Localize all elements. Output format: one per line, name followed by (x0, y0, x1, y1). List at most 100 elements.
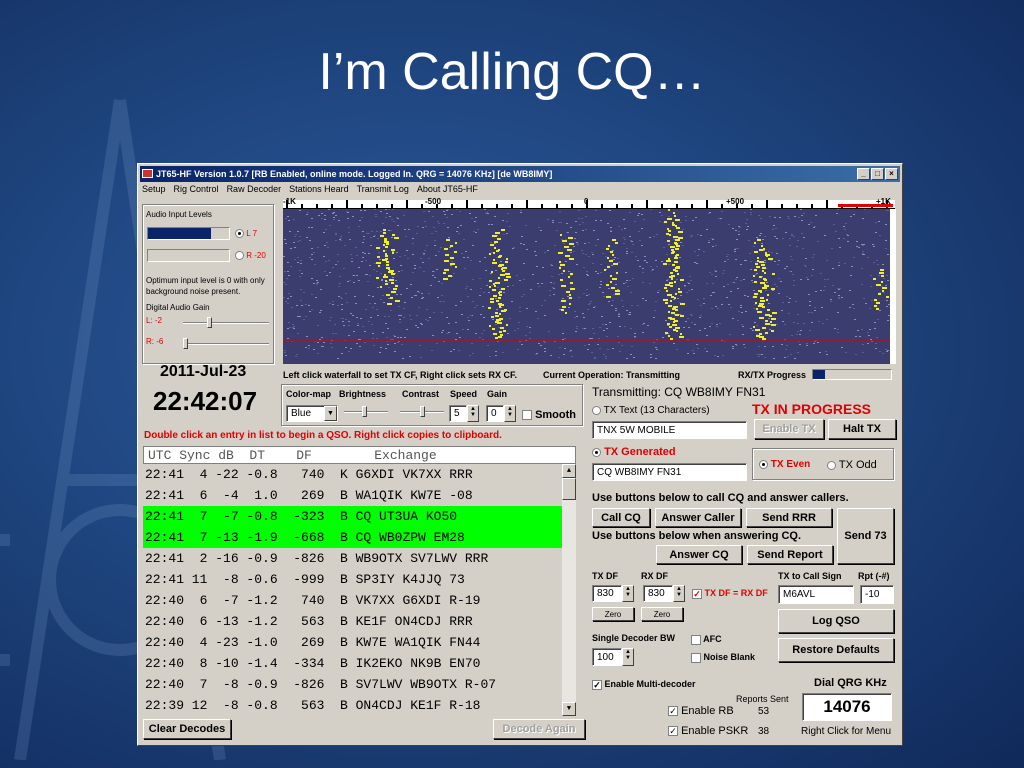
zero-rx-df-button[interactable]: Zero (641, 607, 683, 621)
menu-transmit-log[interactable]: Transmit Log (357, 184, 409, 198)
halt-tx-button[interactable]: Halt TX (828, 419, 896, 439)
tx-text-field[interactable]: TNX 5W MOBILE (592, 421, 747, 439)
decoder-bw-input[interactable]: 100 (592, 648, 622, 666)
decode-row[interactable]: 22:40 6 -7 -1.2 740 B VK7XX G6XDI R-19 (143, 590, 576, 611)
smooth-checkbox[interactable]: Smooth (522, 409, 576, 421)
decode-row[interactable]: 22:39 12 -8 -0.8 563 B ON4CDJ KE1F R-18 (143, 695, 576, 716)
afc-checkbox[interactable]: AFC (691, 634, 722, 645)
decode-row[interactable]: 22:41 4 -22 -0.8 740 K G6XDI VK7XX RRR (143, 464, 576, 485)
menu-raw-decoder[interactable]: Raw Decoder (227, 184, 282, 198)
zero-tx-df-button[interactable]: Zero (592, 607, 634, 621)
brightness-label: Brightness (339, 389, 387, 399)
decode-row[interactable]: 22:41 6 -4 1.0 269 B WA1QIK KW7E -08 (143, 485, 576, 506)
left-channel-radio[interactable]: L 7 (235, 229, 257, 239)
decode-row[interactable]: 22:41 11 -8 -0.6 -999 B SP3IY K4JJQ 73 (143, 569, 576, 590)
gain-right-label: R: -6 (146, 337, 164, 346)
tx-df-label: TX DF (592, 571, 618, 581)
right-channel-radio[interactable]: R -20 (235, 251, 266, 261)
tx-df-input[interactable]: 830 (592, 585, 622, 602)
speed-spinner[interactable]: ▲ ▼ (467, 405, 479, 422)
minimize-button[interactable]: _ (857, 168, 870, 180)
decode-row[interactable]: 22:40 7 -8 -0.9 -826 B SV7LWV WB9OTX R-0… (143, 674, 576, 695)
left-level-fill (148, 228, 212, 239)
decoder-bw-label: Single Decoder BW (592, 633, 676, 643)
gain-left-slider[interactable] (183, 317, 269, 328)
tx-df-spinner[interactable]: ▲ ▼ (622, 585, 634, 602)
reports-sent-label: Reports Sent (736, 694, 789, 704)
clear-decodes-button[interactable]: Clear Decodes (143, 719, 231, 739)
utc-time: 22:42:07 (153, 386, 258, 416)
scroll-down-icon[interactable]: ▼ (562, 702, 576, 716)
progress-label: RX/TX Progress (738, 370, 807, 380)
send-report-button[interactable]: Send Report (747, 545, 833, 564)
tx-even-radio[interactable]: TX Even (759, 459, 810, 470)
send-73-button[interactable]: Send 73 (837, 508, 894, 564)
close-button[interactable]: × (885, 168, 898, 180)
decode-list: UTC Sync dB DT DF Exchange 22:41 4 -22 -… (143, 446, 576, 716)
noise-blank-checkbox[interactable]: Noise Blank (691, 652, 755, 663)
waterfall-canvas[interactable] (283, 209, 895, 364)
gain-spinner[interactable]: ▲ ▼ (504, 405, 516, 422)
decode-row[interactable]: 22:40 4 -23 -1.0 269 B KW7E WA1QIK FN44 (143, 632, 576, 653)
multi-decoder-checkbox[interactable]: ✓ Enable Multi-decoder (592, 679, 696, 690)
answer-caller-button[interactable]: Answer Caller (655, 508, 741, 527)
maximize-button[interactable]: □ (871, 168, 884, 180)
scale-label-minus-500: -500 (425, 197, 442, 206)
scale-label-plus-1k: +1K (876, 197, 891, 206)
brightness-slider[interactable] (344, 406, 388, 417)
chevron-down-icon[interactable]: ▼ (324, 406, 337, 421)
menu-about[interactable]: About JT65-HF (417, 184, 478, 198)
speed-input[interactable]: 5 (449, 405, 467, 422)
tx-generated-radio[interactable]: TX Generated (592, 446, 676, 458)
colormap-select[interactable]: Blue ▼ (286, 405, 338, 422)
scale-label-minus-1k: -1K (283, 197, 296, 206)
rx-df-spinner[interactable]: ▲ ▼ (673, 585, 685, 602)
report-input[interactable]: -10 (860, 585, 894, 604)
gain-label: Gain (487, 389, 508, 399)
decode-row[interactable]: 22:41 7 -7 -0.8 -323 B CQ UT3UA KO50 (143, 506, 574, 527)
current-operation: Current Operation: Transmitting (543, 370, 681, 380)
enable-tx-button[interactable]: Enable TX (754, 419, 824, 439)
enable-rb-checkbox[interactable]: ✓ Enable RB (668, 705, 734, 717)
decoder-bw-spinner[interactable]: ▲ ▼ (622, 648, 634, 666)
tx-odd-radio[interactable]: TX Odd (827, 459, 877, 471)
scroll-up-icon[interactable]: ▲ (562, 464, 576, 478)
left-level-meter (147, 227, 230, 240)
decode-again-button[interactable]: Decode Again (493, 719, 585, 739)
enable-pskr-checkbox[interactable]: ✓ Enable PSKR (668, 725, 748, 737)
audio-levels-title: Audio Input Levels (146, 210, 212, 219)
contrast-label: Contrast (402, 389, 440, 399)
menu-stations-heard[interactable]: Stations Heard (289, 184, 349, 198)
restore-defaults-button[interactable]: Restore Defaults (778, 638, 894, 662)
waterfall-display[interactable] (283, 209, 895, 364)
decode-row[interactable]: 22:40 8 -10 -1.4 -334 B IK2EKO NK9B EN70 (143, 653, 576, 674)
tx-text-radio[interactable]: TX Text (13 Characters) (592, 405, 710, 416)
contrast-slider[interactable] (400, 406, 444, 417)
txdf-eq-rxdf-checkbox[interactable]: ✓ TX DF = RX DF (692, 588, 768, 599)
decode-scrollbar[interactable]: ▲ ▼ (562, 464, 576, 716)
decode-row[interactable]: 22:41 2 -16 -0.9 -826 B WB9OTX SV7LWV RR… (143, 548, 576, 569)
answer-cq-button[interactable]: Answer CQ (656, 545, 742, 564)
gain-input[interactable]: 0 (486, 405, 504, 422)
tx-generated-field[interactable]: CQ WB8IMY FN31 (592, 463, 747, 481)
tx-period-group: TX Even TX Odd (752, 448, 894, 480)
optimum-level-hint: Optimum input level is 0 with only backg… (146, 276, 265, 296)
colormap-label: Color-map (286, 389, 331, 399)
decode-row[interactable]: 22:41 7 -13 -1.9 -668 B CQ WB0ZPW EM28 (143, 527, 574, 548)
menu-rig-control[interactable]: Rig Control (174, 184, 219, 198)
dial-qrg-display[interactable]: 14076 (802, 693, 892, 721)
call-cq-button[interactable]: Call CQ (592, 508, 650, 527)
answer-cq-hint: Use buttons below when answering CQ. (592, 530, 802, 542)
send-rrr-button[interactable]: Send RRR (746, 508, 832, 527)
menu-setup[interactable]: Setup (142, 184, 166, 198)
call-cq-hint: Use buttons below to call CQ and answer … (592, 492, 849, 504)
rb-count: 53 (758, 706, 770, 717)
call-sign-label: TX to Call Sign (778, 571, 842, 581)
scroll-thumb[interactable] (562, 478, 576, 500)
rx-df-input[interactable]: 830 (643, 585, 673, 602)
log-qso-button[interactable]: Log QSO (778, 609, 894, 633)
decode-row[interactable]: 22:40 6 -13 -1.2 563 B KE1F ON4CDJ RRR (143, 611, 576, 632)
call-sign-input[interactable]: M6AVL (778, 585, 854, 604)
gain-right-slider[interactable] (183, 338, 269, 349)
window-titlebar[interactable]: JT65-HF Version 1.0.7 [RB Enabled, onlin… (140, 166, 900, 182)
